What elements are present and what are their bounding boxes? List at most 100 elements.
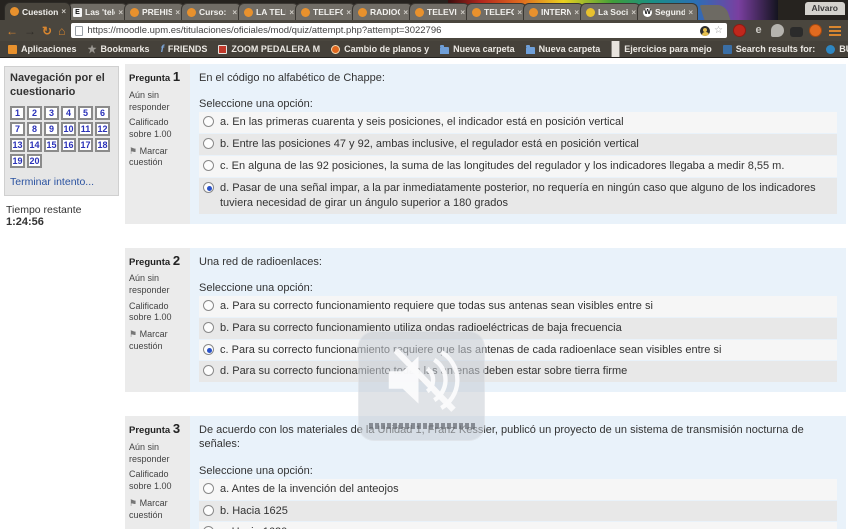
flag-question-link[interactable]: ⚑ Marcar cuestión (129, 329, 186, 352)
question-nav-button[interactable]: 15 (44, 138, 59, 152)
question-nav-button[interactable]: 17 (78, 138, 93, 152)
radio-button[interactable] (203, 300, 214, 311)
tab-close-icon[interactable]: × (517, 8, 522, 17)
forward-icon[interactable]: → (24, 25, 36, 37)
question-nav-button[interactable]: 10 (61, 122, 76, 136)
answer-option[interactable]: c. En alguna de las 92 posiciones, la su… (199, 156, 837, 177)
finish-attempt-link[interactable]: Terminar intento... (10, 176, 113, 188)
tab-close-icon[interactable]: × (61, 7, 66, 16)
browser-tab[interactable]: RADIOCOM× (352, 3, 413, 20)
radio-button[interactable] (203, 138, 214, 149)
tab-close-icon[interactable]: × (688, 8, 693, 17)
radio-button[interactable] (203, 526, 214, 529)
radio-button[interactable] (203, 505, 214, 516)
home-icon[interactable]: ⌂ (58, 25, 65, 37)
tab-close-icon[interactable]: × (232, 8, 237, 17)
volume-segment (471, 423, 475, 429)
answer-option[interactable]: a. Antes de la invención del anteojos (199, 479, 837, 500)
e-doc-favicon-icon: E (73, 8, 82, 17)
question-nav-button[interactable]: 5 (78, 106, 93, 120)
question-nav-button[interactable]: 19 (10, 154, 25, 168)
tab-title: RADIOCOM (370, 7, 400, 17)
tab-close-icon[interactable]: × (346, 8, 351, 17)
question-nav-button[interactable]: 18 (95, 138, 110, 152)
radio-button[interactable] (203, 365, 214, 376)
tab-close-icon[interactable]: × (631, 8, 636, 17)
question-nav-button[interactable]: 14 (27, 138, 42, 152)
browser-tab[interactable]: Cuestionar× (4, 2, 71, 20)
tab-close-icon[interactable]: × (118, 8, 123, 17)
bookmark-item[interactable]: Nueva carpeta (440, 44, 515, 54)
answer-option[interactable]: c. Hacia 1620 (199, 522, 837, 529)
browser-tab[interactable]: TELEFONÍA× (466, 3, 527, 20)
tab-close-icon[interactable]: × (289, 8, 294, 17)
question-nav-button[interactable]: 2 (27, 106, 42, 120)
question-nav-button[interactable]: 3 (44, 106, 59, 120)
question-nav-button[interactable]: 1 (10, 106, 25, 120)
answer-option[interactable]: b. Entre las posiciones 47 y 92, ambas i… (199, 134, 837, 155)
browser-tab[interactable]: Curso: Int× (181, 3, 242, 20)
bookmark-item[interactable]: fFRIENDS (161, 44, 208, 54)
back-icon[interactable]: ← (6, 25, 18, 37)
answer-option[interactable]: c. Para su correcto funcionamiento requi… (199, 340, 837, 361)
browser-tab[interactable]: INTERNET× (523, 3, 584, 20)
profile-name-chip[interactable]: Alvaro (805, 2, 845, 15)
browser-tab[interactable]: PREHISTOR× (124, 3, 185, 20)
browser-tab[interactable]: LA TELEGR× (238, 3, 299, 20)
answer-option[interactable]: d. Pasar de una señal impar, a la par in… (199, 178, 837, 214)
question-nav-button[interactable]: 6 (95, 106, 110, 120)
tab-close-icon[interactable]: × (403, 8, 408, 17)
question-nav-button[interactable]: 8 (27, 122, 42, 136)
question-nav-button[interactable]: 20 (27, 154, 42, 168)
flame-extension-icon[interactable] (809, 24, 822, 37)
browser-tab[interactable]: TELEVISIÓN× (409, 3, 470, 20)
question-nav-button[interactable]: 13 (10, 138, 25, 152)
bookmark-item[interactable]: Bookmarks (88, 44, 150, 54)
bookmark-star-icon[interactable]: ☆ (714, 25, 723, 36)
browser-tab[interactable]: ELas 'teleco× (67, 3, 128, 20)
radio-button[interactable] (203, 344, 214, 355)
answer-option[interactable]: a. En las primeras cuarenta y seis posic… (199, 112, 837, 133)
bookmark-item[interactable]: Ejercicios para mejo (611, 41, 712, 58)
flag-question-link[interactable]: ⚑ Marcar cuestión (129, 498, 186, 521)
chrome-menu-icon[interactable] (828, 24, 842, 38)
browser-tab[interactable]: La Socieda× (580, 3, 641, 20)
bookmark-item[interactable]: Aplicaciones (8, 44, 77, 54)
radio-button[interactable] (203, 483, 214, 494)
question-nav-button[interactable]: 16 (61, 138, 76, 152)
browser-tab[interactable]: WSegunda R× (637, 3, 698, 20)
profile-avatar-icon[interactable] (700, 26, 710, 36)
tab-title: Segunda R (655, 7, 685, 17)
video-extension-icon[interactable] (790, 27, 803, 37)
answer-option[interactable]: a. Para su correcto funcionamiento requi… (199, 296, 837, 317)
bookmark-item[interactable]: Cambio de planos y (331, 44, 429, 54)
question-nav-button[interactable]: 11 (78, 122, 93, 136)
question-nav-button[interactable]: 4 (61, 106, 76, 120)
question-nav-button[interactable]: 12 (95, 122, 110, 136)
reload-icon[interactable]: ↻ (42, 25, 52, 37)
balloon-extension-icon[interactable] (771, 24, 784, 37)
adblock-extension-icon[interactable] (733, 24, 746, 37)
question-nav-button[interactable]: 9 (44, 122, 59, 136)
bookmark-item[interactable]: BUGERA 333 XL 212 (826, 44, 848, 54)
bookmark-item[interactable]: Search results for: (723, 44, 816, 54)
answer-option[interactable]: b. Para su correcto funcionamiento utili… (199, 318, 837, 339)
radio-button[interactable] (203, 322, 214, 333)
tab-close-icon[interactable]: × (460, 8, 465, 17)
answer-option[interactable]: b. Hacia 1625 (199, 501, 837, 522)
tab-close-icon[interactable]: × (175, 8, 180, 17)
bookmark-item[interactable]: Nueva carpeta (526, 44, 601, 54)
bookmark-item[interactable]: ZOOM PEDALERA M (218, 44, 320, 54)
radio-button[interactable] (203, 116, 214, 127)
evernote-extension-icon[interactable]: e (752, 24, 765, 37)
tab-close-icon[interactable]: × (574, 8, 579, 17)
answer-option[interactable]: d. Para su correcto funcionamiento todas… (199, 361, 837, 382)
url-text[interactable]: https://moodle.upm.es/titulaciones/ofici… (87, 25, 696, 36)
flag-question-link[interactable]: ⚑ Marcar cuestión (129, 146, 186, 169)
radio-button[interactable] (203, 160, 214, 171)
question-nav-button[interactable]: 7 (10, 122, 25, 136)
browser-tab[interactable]: TELEFONÍA× (295, 3, 356, 20)
radio-button[interactable] (203, 182, 214, 193)
new-tab-button[interactable] (700, 5, 731, 20)
address-bar[interactable]: https://moodle.upm.es/titulaciones/ofici… (71, 23, 727, 38)
